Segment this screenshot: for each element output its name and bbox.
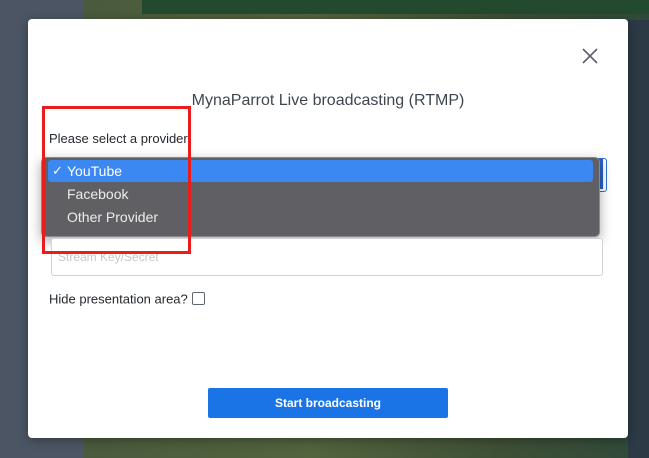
provider-dropdown-menu: ✓ YouTube Facebook Other Provider [41,157,600,237]
provider-option-facebook[interactable]: Facebook [48,183,593,205]
option-label: Facebook [67,186,129,202]
stream-key-input[interactable] [51,238,603,276]
backdrop-video-top [142,0,649,14]
provider-label: Please select a provider [49,131,188,146]
backdrop-right-panel [628,20,649,458]
hide-presentation-label: Hide presentation area? [49,291,188,307]
modal-title: MynaParrot Live broadcasting (RTMP) [191,92,465,109]
close-icon [582,48,598,64]
hide-presentation-checkbox[interactable] [191,292,205,306]
checkmark-icon: ✓ [52,163,63,178]
close-button[interactable] [579,45,601,67]
start-broadcasting-button[interactable]: Start broadcasting [208,388,448,418]
broadcast-modal: MynaParrot Live broadcasting (RTMP) Plea… [28,19,628,438]
hide-presentation-row: Hide presentation area? [49,290,205,306]
provider-option-youtube[interactable]: ✓ YouTube [48,160,593,182]
provider-option-other[interactable]: Other Provider [48,206,593,228]
option-label: YouTube [67,163,123,179]
option-label: Other Provider [67,209,159,225]
